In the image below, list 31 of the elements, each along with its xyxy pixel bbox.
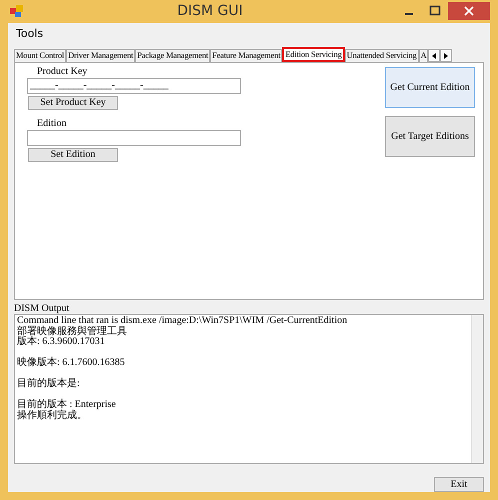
scroll-right-icon[interactable]: [440, 49, 452, 62]
tab[interactable]: A: [418, 49, 428, 62]
output-line: 映像版本: 6.1.7600.16385: [17, 358, 126, 368]
output-line: 版本: 6.3.9600.17031: [17, 337, 106, 348]
menu-item[interactable]: Tools: [8, 22, 52, 45]
output-line: 部署映像服務與管理工具: [17, 326, 128, 336]
close-icon[interactable]: [448, 2, 490, 20]
output-line: 目前的版本是:: [17, 379, 81, 390]
action-button[interactable]: Get Target Editions: [385, 116, 475, 157]
exit-button[interactable]: Exit: [434, 477, 484, 492]
output-line: 操作順利完成。: [17, 410, 88, 421]
tab[interactable]: Mount Control: [14, 49, 66, 62]
field-label: Product Key: [37, 66, 88, 78]
tab[interactable]: Unattended Servicing: [344, 49, 419, 62]
output-line: Command line that ran is dism.exe /image:D:\Win7SP1\WIM /Get-CurrentEdition: [17, 316, 348, 326]
tab[interactable]: Package Management: [135, 49, 210, 62]
set-button[interactable]: Set Product Key: [28, 96, 118, 110]
field-label: Edition: [37, 118, 68, 130]
text-field[interactable]: _____-_____-_____-_____-_____: [27, 78, 241, 94]
tab[interactable]: Edition Servicing: [282, 47, 345, 62]
app-icon: [10, 4, 24, 18]
scrollbar[interactable]: [471, 315, 483, 463]
action-button[interactable]: Get Current Edition: [385, 67, 475, 108]
window-title: DISM GUI: [176, 2, 244, 21]
output-label: DISM Output: [14, 303, 70, 314]
set-button[interactable]: Set Edition: [28, 148, 118, 162]
scroll-left-icon[interactable]: [428, 49, 440, 62]
tab[interactable]: Driver Management: [66, 49, 136, 62]
output-line: 目前的版本 : Enterprise: [17, 400, 117, 410]
text-field[interactable]: [27, 130, 241, 146]
tab[interactable]: Feature Management: [210, 49, 282, 62]
